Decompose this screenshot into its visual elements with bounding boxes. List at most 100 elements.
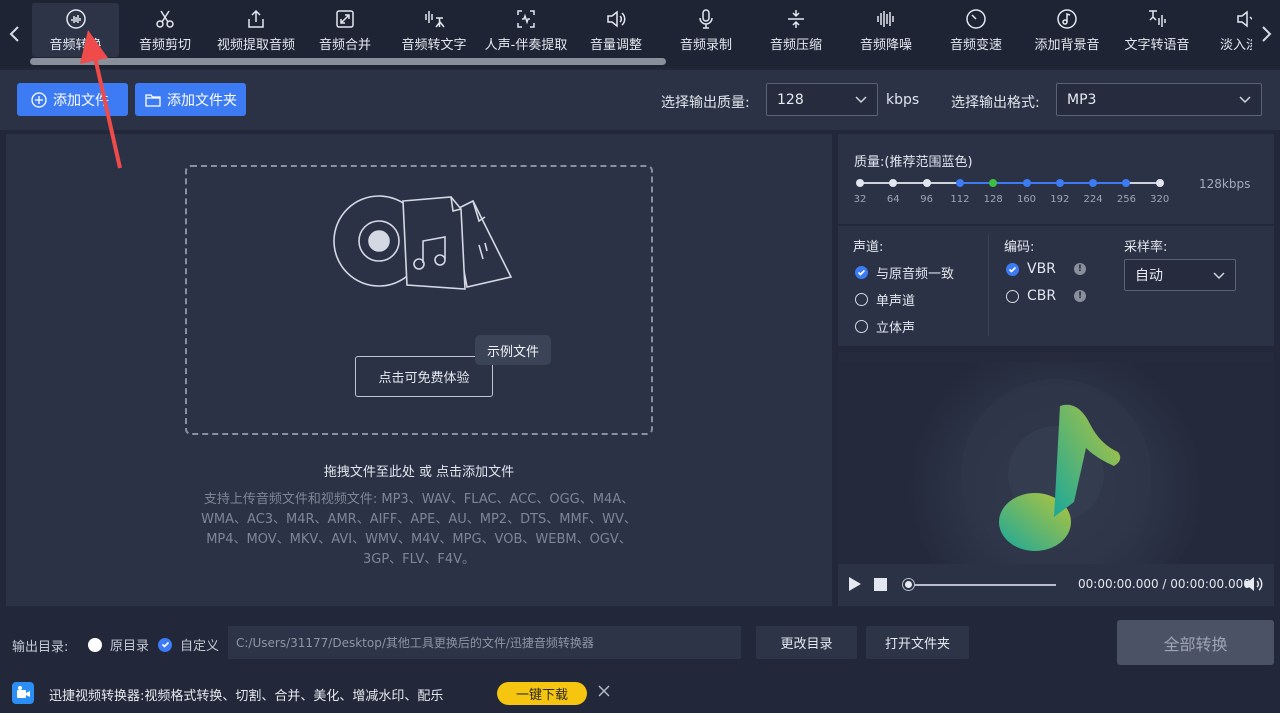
supported-formats-text: 支持上传音频文件和视频文件: MP3、WAV、FLAC、ACC、OGG、M4A、… (201, 492, 637, 567)
tool-label: 音频压缩 (769, 38, 822, 53)
radio-unchecked-icon (1006, 289, 1019, 303)
progress-handle[interactable] (903, 579, 914, 590)
quality-tick-label: 96 (920, 194, 933, 205)
output-custom-option[interactable]: 自定义 (158, 635, 219, 654)
denoise-icon (875, 8, 897, 30)
change-dir-label: 更改目录 (780, 637, 833, 652)
stop-icon[interactable] (874, 578, 887, 591)
quality-tick-dot[interactable] (1055, 179, 1064, 187)
tool-label: 添加背景音 (1034, 38, 1100, 53)
tool-audio-denoise[interactable]: 音频降噪 (846, 3, 926, 57)
divider (838, 224, 1274, 226)
quality-select[interactable]: 128 (766, 83, 878, 116)
tool-audio-compress[interactable]: 音频压缩 (756, 3, 836, 57)
encoding-option-vbr[interactable]: VBR ! (1006, 261, 1086, 277)
tool-label: 文字转语音 (1124, 38, 1190, 53)
progress-track[interactable] (908, 584, 1056, 586)
tool-vocal-extract[interactable]: 人声-伴奏提取 (481, 3, 571, 57)
format-select[interactable]: MP3 (1056, 83, 1262, 116)
open-folder-button[interactable]: 打开文件夹 (866, 626, 969, 659)
one-click-download-button[interactable]: 一键下载 (497, 682, 587, 705)
chevron-left-icon (9, 26, 19, 42)
encoding-option-cbr[interactable]: CBR ! (1006, 288, 1087, 304)
quality-tick-label: 320 (1150, 194, 1170, 205)
tool-toolbar: 音频转换 音频剪切 视频提取音频 音频合并 音频转文字 人声-伴奏提取 音量调整 (0, 0, 1280, 68)
tool-text-to-speech[interactable]: 文字转语音 (1114, 3, 1200, 57)
info-icon[interactable]: ! (1074, 290, 1087, 302)
output-settings-panel: 质量:(推荐范围蓝色) 32 64 96 112 128 160 192 224 256 320 … (838, 134, 1274, 346)
output-path-value: C:/Users/31177/Desktop/其他工具更换后的文件/迅捷音频转换… (236, 636, 594, 650)
open-folder-label: 打开文件夹 (884, 637, 950, 652)
free-trial-button[interactable]: 点击可免费体验 (355, 356, 493, 397)
sample-file-label: 示例文件 (486, 344, 539, 360)
quality-tick-dot[interactable] (1155, 179, 1164, 187)
quality-tick-dot[interactable] (989, 179, 998, 187)
quality-tick-dot[interactable] (1089, 179, 1098, 187)
output-original-option[interactable]: 原目录 (88, 635, 149, 654)
tool-audio-merge[interactable]: 音频合并 (305, 3, 385, 57)
add-file-label: 添加文件 (53, 92, 109, 109)
tool-label: 音频剪切 (138, 38, 191, 53)
quality-value: 128kbps (1199, 177, 1251, 191)
channel-option-stereo[interactable]: 立体声 (855, 317, 915, 336)
encoding-title: 编码: (1004, 240, 1035, 255)
info-icon[interactable]: ! (1073, 263, 1086, 275)
radio-unchecked-icon (88, 637, 102, 652)
toolbar-scrollbar[interactable] (30, 58, 666, 65)
chevron-down-icon (1239, 93, 1251, 109)
tool-label: 音频转文字 (401, 38, 467, 53)
compress-icon (785, 8, 807, 30)
volume-icon[interactable] (1244, 576, 1264, 596)
quality-select-value: 128 (777, 91, 804, 108)
drop-zone[interactable]: 点击可免费体验 示例文件 (185, 165, 653, 435)
add-circle-icon (31, 91, 47, 108)
tool-volume-adjust[interactable]: 音量调整 (576, 3, 656, 57)
quality-tick-label: 256 (1116, 194, 1136, 205)
play-icon[interactable] (848, 576, 862, 596)
quality-tick-dot[interactable] (1122, 179, 1131, 187)
tool-label: 人声-伴奏提取 (484, 38, 568, 53)
tool-video-extract-audio[interactable]: 视频提取音频 (211, 3, 301, 57)
format-select-value: MP3 (1067, 91, 1097, 108)
tool-audio-cut[interactable]: 音频剪切 (123, 3, 207, 57)
tool-fade[interactable]: 淡入淡出 (1206, 3, 1252, 57)
vocal-extract-icon (515, 8, 537, 30)
samplerate-value: 自动 (1135, 268, 1163, 284)
scroll-right-button[interactable] (1254, 18, 1278, 50)
channel-option-original[interactable]: 与原音频一致 (855, 263, 954, 282)
scroll-left-button[interactable] (3, 18, 27, 50)
tool-audio-record[interactable]: 音频录制 (666, 3, 746, 57)
quality-tick-dot[interactable] (889, 179, 898, 187)
channel-option-label: 单声道 (876, 294, 916, 309)
quality-tick-dot[interactable] (922, 179, 931, 187)
scissors-icon (154, 8, 176, 30)
add-folder-button[interactable]: 添加文件夹 (135, 83, 246, 116)
tool-speech-to-text[interactable]: 音频转文字 (389, 3, 479, 57)
quality-tick-dot[interactable] (1022, 179, 1031, 187)
quality-tick-dot[interactable] (856, 179, 864, 187)
add-file-button[interactable]: 添加文件 (17, 83, 128, 116)
quality-tick-label: 128 (983, 194, 1003, 205)
quality-tick-dot[interactable] (955, 179, 964, 187)
channel-option-label: 立体声 (876, 321, 916, 336)
close-icon[interactable] (598, 685, 610, 701)
promo-text: 迅捷视频转换器:视频格式转换、切割、合并、美化、增减水印、配乐 (49, 689, 444, 704)
tool-audio-speed[interactable]: 音频变速 (936, 3, 1016, 57)
sample-file-tooltip: 示例文件 (475, 335, 551, 365)
action-bar: 添加文件 添加文件夹 选择输出质量: 128 kbps 选择输出格式: MP3 (0, 70, 1280, 130)
samplerate-select[interactable]: 自动 (1124, 259, 1236, 291)
output-original-label: 原目录 (110, 639, 150, 654)
convert-all-button[interactable]: 全部转换 (1117, 620, 1274, 665)
download-label: 一键下载 (515, 688, 568, 703)
channel-option-label: 与原音频一致 (876, 267, 955, 282)
tool-label: 视频提取音频 (216, 38, 295, 53)
tool-add-background-music[interactable]: 添加背景音 (1024, 3, 1110, 57)
music-note-artwork (838, 362, 1274, 564)
change-dir-button[interactable]: 更改目录 (756, 626, 857, 659)
chevron-right-icon (1262, 26, 1272, 42)
tool-audio-convert[interactable]: 音频转换 (32, 3, 119, 57)
output-path-field[interactable]: C:/Users/31177/Desktop/其他工具更换后的文件/迅捷音频转换… (228, 626, 741, 659)
encoding-option-label: VBR (1027, 261, 1056, 277)
radio-unchecked-icon (855, 293, 868, 306)
channel-option-mono[interactable]: 单声道 (855, 290, 915, 309)
